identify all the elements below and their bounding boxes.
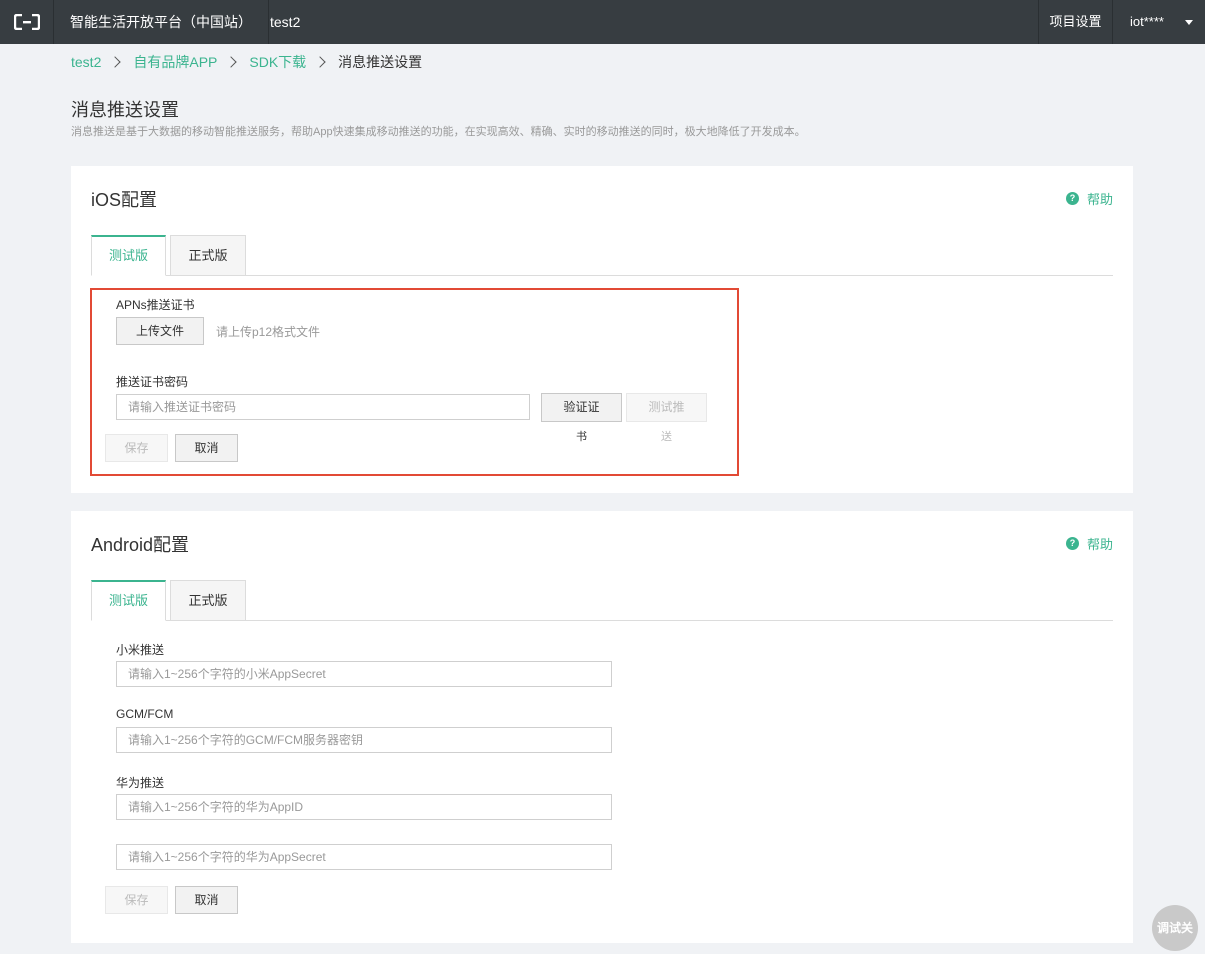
question-icon: ?: [1065, 192, 1079, 205]
cert-password-input[interactable]: 请输入推送证书密码: [116, 394, 530, 420]
ios-config-card: iOS配置 ? 帮助 测试版 正式版 APNs推送证书 上传文件 请上传p12格…: [71, 166, 1133, 493]
ios-cancel-button[interactable]: 取消: [175, 434, 238, 462]
breadcrumb-project[interactable]: test2: [71, 54, 101, 70]
debug-toggle-button[interactable]: 调试关: [1152, 905, 1198, 951]
huawei-appid-input[interactable]: 请输入1~256个字符的华为AppID: [116, 794, 612, 820]
tab-android-production[interactable]: 正式版: [170, 580, 246, 621]
logo[interactable]: [0, 0, 54, 44]
android-config-title: Android配置: [91, 535, 190, 555]
user-menu[interactable]: iot****: [1112, 0, 1205, 44]
chevron-right-icon: [314, 56, 326, 68]
breadcrumb: test2 自有品牌APP SDK下载 消息推送设置: [71, 53, 422, 71]
breadcrumb-app[interactable]: 自有品牌APP: [133, 52, 217, 72]
help-label: 帮助: [1086, 537, 1113, 552]
xiaomi-push-label: 小米推送: [116, 643, 165, 657]
huawei-secret-input[interactable]: 请输入1~256个字符的华为AppSecret: [116, 844, 612, 870]
android-help-link[interactable]: ? 帮助: [1065, 534, 1113, 553]
apns-cert-label: APNs推送证书: [116, 298, 195, 312]
gcm-fcm-key-input[interactable]: 请输入1~256个字符的GCM/FCM服务器密钥: [116, 727, 612, 753]
breadcrumb-sdk[interactable]: SDK下载: [249, 52, 306, 72]
upload-file-button[interactable]: 上传文件: [116, 317, 204, 345]
test-push-button-overflow[interactable]: 送: [626, 428, 707, 444]
platform-name[interactable]: 智能生活开放平台（中国站）: [54, 0, 269, 44]
top-navbar: 智能生活开放平台（中国站） test2 项目设置 iot****: [0, 0, 1205, 44]
android-save-button[interactable]: 保存: [105, 886, 168, 914]
aliyun-logo-icon: [13, 14, 40, 30]
tab-android-test[interactable]: 测试版: [91, 580, 166, 621]
ios-save-button[interactable]: 保存: [105, 434, 168, 462]
android-tabs: 测试版 正式版: [91, 580, 1113, 621]
project-name[interactable]: test2: [254, 0, 316, 44]
android-config-card: Android配置 ? 帮助 测试版 正式版 小米推送 请输入1~256个字符的…: [71, 511, 1133, 943]
test-push-button[interactable]: 测试推: [626, 393, 707, 422]
page-description: 消息推送是基于大数据的移动智能推送服务，帮助App快速集成移动推送的功能，在实现…: [71, 126, 806, 138]
page-title: 消息推送设置: [71, 100, 179, 120]
android-cancel-button[interactable]: 取消: [175, 886, 238, 914]
project-settings-link[interactable]: 项目设置: [1038, 0, 1112, 44]
help-label: 帮助: [1086, 192, 1113, 207]
tab-ios-test[interactable]: 测试版: [91, 235, 166, 276]
caret-down-icon: [1185, 20, 1193, 25]
cert-password-label: 推送证书密码: [116, 375, 189, 389]
chevron-right-icon: [225, 56, 238, 68]
user-name: iot****: [1130, 14, 1164, 29]
ios-help-link[interactable]: ? 帮助: [1065, 189, 1113, 208]
breadcrumb-current: 消息推送设置: [338, 54, 423, 70]
chevron-right-icon: [109, 56, 122, 68]
question-icon: ?: [1065, 537, 1079, 550]
gcm-fcm-label: GCM/FCM: [116, 707, 174, 721]
xiaomi-secret-input[interactable]: 请输入1~256个字符的小米AppSecret: [116, 661, 612, 687]
verify-cert-button[interactable]: 验证证: [541, 393, 622, 422]
ios-tabs: 测试版 正式版: [91, 235, 1113, 276]
upload-hint: 请上传p12格式文件: [216, 325, 321, 339]
verify-cert-button-overflow[interactable]: 书: [541, 428, 622, 444]
tab-ios-production[interactable]: 正式版: [170, 235, 246, 276]
ios-config-title: iOS配置: [91, 190, 158, 210]
huawei-push-label: 华为推送: [116, 776, 165, 790]
